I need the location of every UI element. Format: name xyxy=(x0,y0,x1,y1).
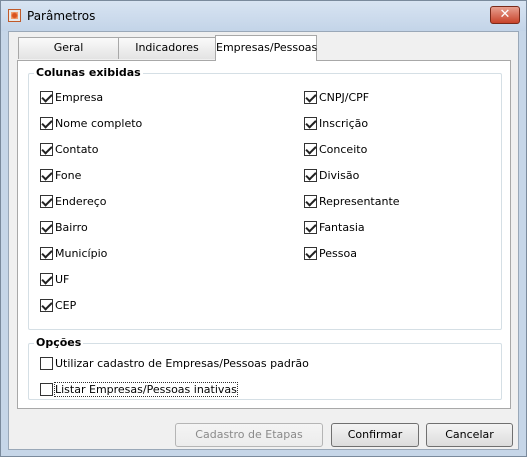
checkbox-label: Utilizar cadastro de Empresas/Pessoas pa… xyxy=(55,356,309,370)
checkbox-box[interactable] xyxy=(304,90,317,104)
checkbox-uf[interactable]: UF xyxy=(40,271,69,287)
checkbox-label: UF xyxy=(55,272,70,286)
checkbox-label: Nome completo xyxy=(55,116,143,130)
checkbox-box[interactable] xyxy=(40,272,53,286)
checkbox-fone[interactable]: Fone xyxy=(40,167,81,183)
checkbox-label: CNPJ/CPF xyxy=(319,90,370,104)
checkbox-listar-inativas[interactable]: Listar Empresas/Pessoas inativas xyxy=(40,381,238,397)
confirm-button[interactable]: Confirmar xyxy=(331,423,419,447)
checkbox-label: Contato xyxy=(55,142,99,156)
checkbox-nome-completo[interactable]: Nome completo xyxy=(40,115,142,131)
columns-group-title: Colunas exibidas xyxy=(34,66,143,79)
checkbox-conceito[interactable]: Conceito xyxy=(304,141,367,157)
checkbox-utilizar-cadastro-padrao[interactable]: Utilizar cadastro de Empresas/Pessoas pa… xyxy=(40,355,309,371)
checkbox-fantasia[interactable]: Fantasia xyxy=(304,219,365,235)
checkbox-cep[interactable]: CEP xyxy=(40,297,76,313)
checkbox-box[interactable] xyxy=(304,168,317,182)
checkbox-cnpj-cpf[interactable]: CNPJ/CPF xyxy=(304,89,369,105)
close-button[interactable]: ✕ xyxy=(490,6,520,24)
checkbox-label: Pessoa xyxy=(319,246,357,260)
checkbox-box[interactable] xyxy=(304,246,317,260)
tab-indicadores[interactable]: Indicadores xyxy=(118,37,216,59)
checkbox-box[interactable] xyxy=(40,246,53,260)
checkbox-box[interactable] xyxy=(304,142,317,156)
checkbox-label: Fantasia xyxy=(319,220,365,234)
checkbox-box[interactable] xyxy=(40,220,53,234)
checkbox-box[interactable] xyxy=(40,382,53,396)
checkbox-box[interactable] xyxy=(40,168,53,182)
checkbox-label: Fone xyxy=(55,168,82,182)
checkbox-box[interactable] xyxy=(40,116,53,130)
checkbox-label: Endereço xyxy=(55,194,107,208)
checkbox-empresa[interactable]: Empresa xyxy=(40,89,103,105)
cancel-button[interactable]: Cancelar xyxy=(426,423,513,447)
checkbox-label: Bairro xyxy=(55,220,88,234)
checkbox-box[interactable] xyxy=(40,142,53,156)
checkbox-label: Empresa xyxy=(55,90,104,104)
window-title: Parâmetros xyxy=(27,9,96,23)
checkbox-box[interactable] xyxy=(304,116,317,130)
options-group-title: Opções xyxy=(34,336,84,349)
cadastro-etapas-button[interactable]: Cadastro de Etapas xyxy=(175,423,323,447)
title-bar[interactable]: Parâmetros ✕ xyxy=(1,1,526,31)
checkbox-label: Divisão xyxy=(319,168,360,182)
checkbox-box[interactable] xyxy=(40,356,53,370)
checkbox-inscricao[interactable]: Inscrição xyxy=(304,115,368,131)
checkbox-endereco[interactable]: Endereço xyxy=(40,193,107,209)
dialog-body: Geral Indicadores Empresas/Pessoas Colun… xyxy=(8,31,519,450)
app-icon xyxy=(8,9,21,22)
checkbox-label: Conceito xyxy=(319,142,368,156)
checkbox-label: Representante xyxy=(319,194,400,208)
checkbox-contato[interactable]: Contato xyxy=(40,141,98,157)
checkbox-box[interactable] xyxy=(40,90,53,104)
checkbox-box[interactable] xyxy=(304,194,317,208)
checkbox-label: Município xyxy=(55,246,108,260)
checkbox-divisao[interactable]: Divisão xyxy=(304,167,359,183)
checkbox-bairro[interactable]: Bairro xyxy=(40,219,88,235)
checkbox-label: Listar Empresas/Pessoas inativas xyxy=(54,381,238,397)
tab-geral[interactable]: Geral xyxy=(18,37,119,59)
checkbox-box[interactable] xyxy=(40,298,53,312)
parametros-dialog: Parâmetros ✕ Geral Indicadores Empresas/… xyxy=(0,0,527,457)
checkbox-box[interactable] xyxy=(40,194,53,208)
checkbox-label: Inscrição xyxy=(319,116,369,130)
tab-panel-empresas-pessoas: Colunas exibidas Empresa Nome completo C… xyxy=(17,60,511,409)
checkbox-representante[interactable]: Representante xyxy=(304,193,400,209)
checkbox-box[interactable] xyxy=(304,220,317,234)
checkbox-pessoa[interactable]: Pessoa xyxy=(304,245,357,261)
checkbox-municipio[interactable]: Município xyxy=(40,245,107,261)
tab-empresas-pessoas[interactable]: Empresas/Pessoas xyxy=(215,35,317,61)
checkbox-label: CEP xyxy=(55,298,77,312)
